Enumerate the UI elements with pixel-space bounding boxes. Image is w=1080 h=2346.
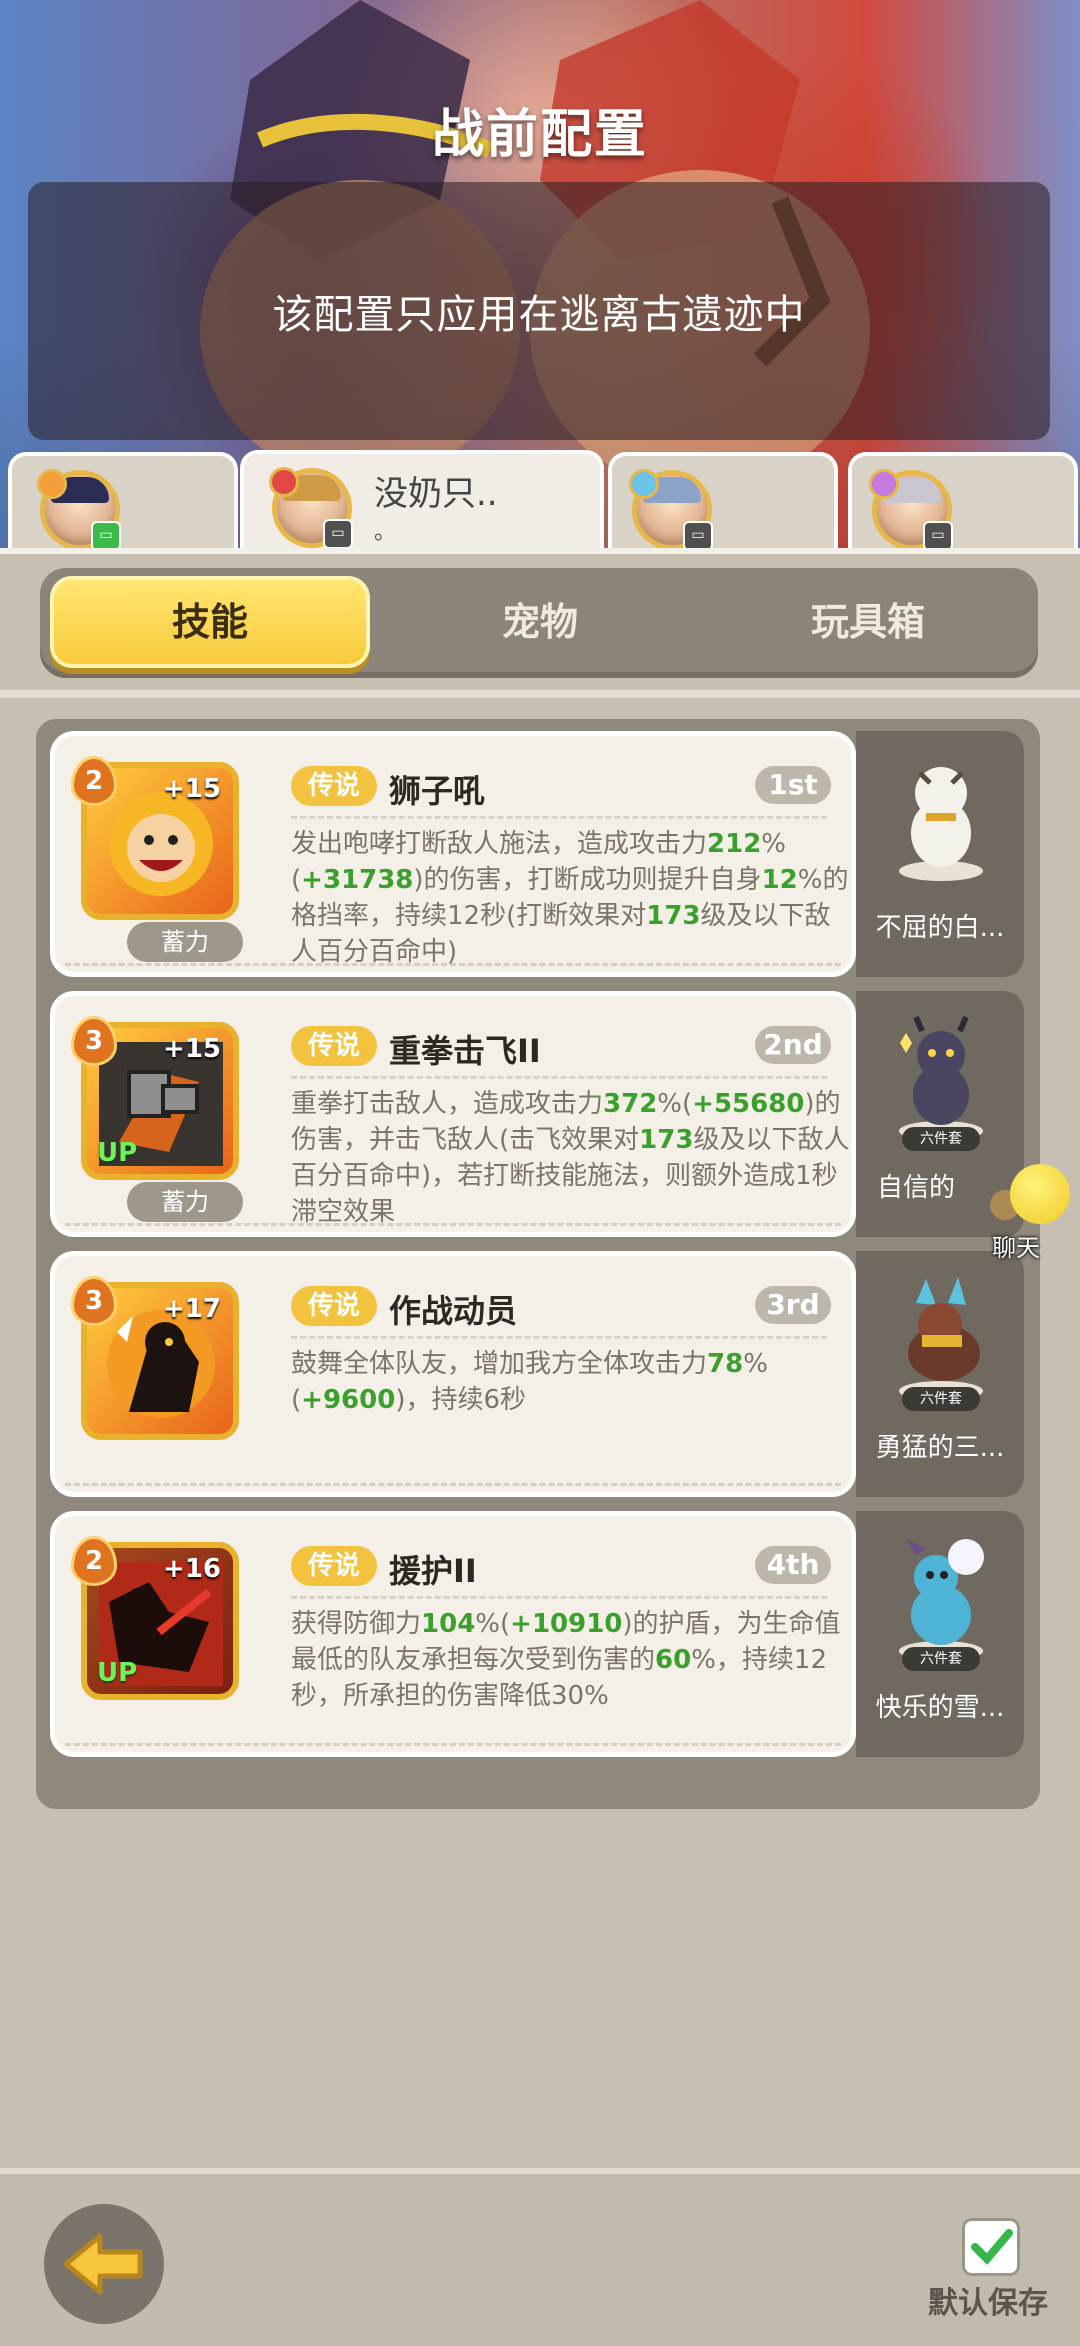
element-icon [37,469,67,499]
back-button[interactable] [44,2204,164,2324]
skill-description: 获得防御力104%(+10910)的护盾，为生命值最低的队友承担每次受到伤害的6… [291,1606,851,1714]
page-title: 战前配置 [431,105,648,165]
skill-plus: +16 [163,1554,221,1584]
rarity-badge: 传说 [291,1026,377,1066]
stat-value: 173 [639,1125,694,1155]
stat-value: +31738 [301,865,414,895]
skill-description: 发出咆哮打断敌人施法，造成攻击力212%(+31738)的伤害，打断成功则提升自… [291,826,851,970]
desc-text: %( [475,1609,511,1639]
skill-card-4[interactable]: +16 UP 2 传说 援护II 4th 获得防御力104%(+10910)的护… [50,1511,856,1757]
hero-name: 没奶只.. [374,474,498,514]
stat-value: +9600 [301,1385,396,1415]
desc-text: 鼓舞全体队友，增加我方全体攻击力 [291,1349,708,1379]
desc-text: %( [657,1089,693,1119]
skill-name: 作战动员 [389,1292,518,1330]
main-panel: 技能 宠物 玩具箱 +15 2 蓄力 传说 狮子吼 1st 发出咆哮打断敌人施法… [0,548,1080,2174]
skill-name: 重拳击飞II [389,1032,541,1070]
skill-description: 重拳打击敌人，造成攻击力372%(+55680)的伤害，并击飞敌人(击飞效果对1… [291,1086,851,1230]
stat-value: +10910 [510,1609,623,1639]
stat-value: 212 [707,829,762,859]
save-label: 默认保存 [928,2286,1048,2321]
charge-tag: 蓄力 [127,922,243,962]
hero-tab-3[interactable]: ▭ [608,452,838,556]
rarity-badge: 传说 [291,766,377,806]
desc-text: )，持续6秒 [395,1385,526,1415]
pet-slot-1[interactable]: 不屈的白... [856,731,1024,977]
pet-figure-icon [899,1015,983,1141]
rank-badge: 4th [755,1546,831,1584]
skill-name: 援护II [389,1552,477,1590]
hero-avatar: ▭ [37,469,121,551]
pet-figure-icon [899,767,983,881]
back-arrow-icon [63,2233,143,2295]
pet-name: 自信的 [876,1173,955,1203]
bottom-bar: 默认保存 [0,2168,1080,2346]
stat-value: 12 [761,865,798,895]
rank-badge: 1st [755,766,831,804]
category-tabs: 技能 宠物 玩具箱 [40,568,1038,678]
pet-name: 勇猛的三... [875,1433,1005,1463]
hero-tab-4[interactable]: ▭ [848,452,1078,556]
rank-badge: 2nd [755,1026,831,1064]
stat-value: +55680 [692,1089,805,1119]
save-checkbox[interactable] [962,2218,1020,2276]
desc-text: 重拳打击敌人，造成攻击力 [291,1089,604,1119]
status-icon: ▭ [323,519,353,549]
pet-name: 快乐的雪... [875,1693,1005,1723]
rank-badge: 3rd [755,1286,831,1324]
charge-tag: 蓄力 [127,1182,243,1222]
element-icon [629,469,659,499]
element-icon [269,467,299,497]
rarity-badge: 传说 [291,1286,377,1326]
tab-toybox[interactable]: 玩具箱 [708,576,1028,668]
stat-value: 60 [655,1645,692,1675]
pet-slot-3[interactable]: 六件套 勇猛的三... [856,1251,1024,1497]
checkmark-icon [971,2229,1013,2265]
desc-text: )的伤害，打断成功则提升自身 [413,865,762,895]
skill-plus: +15 [163,1034,221,1064]
rarity-badge: 传说 [291,1546,377,1586]
skill-card-3[interactable]: +17 3 传说 作战动员 3rd 鼓舞全体队友，增加我方全体攻击力78%(+9… [50,1251,856,1497]
pet-slot-4[interactable]: 六件套 快乐的雪... [856,1511,1024,1757]
stat-value: 104 [421,1609,476,1639]
status-icon: ▭ [91,521,121,551]
chat-label: 聊天 [992,1234,1040,1262]
pet-name: 不屈的白... [875,913,1005,943]
hero-avatar: ▭ [869,469,953,551]
upgrade-tag: UP [97,1658,138,1688]
status-icon: ▭ [923,521,953,551]
hero-subtitle: 。 [374,520,397,545]
skill-plus: +15 [163,774,221,804]
hero-avatar: ▭ [269,467,353,549]
element-icon [869,469,899,499]
hero-tab-1[interactable]: ▭ [8,452,238,556]
set-tag: 六件套 [902,1127,980,1151]
skill-card-2[interactable]: +15 UP 3 蓄力 传说 重拳击飞II 2nd 重拳打击敌人，造成攻击力37… [50,991,856,1237]
upgrade-tag: UP [97,1138,138,1168]
desc-text: 发出咆哮打断敌人施法，造成攻击力 [291,829,708,859]
stat-value: 173 [646,901,701,931]
set-tag: 六件套 [902,1387,980,1411]
pet-figure-icon [899,1539,984,1661]
stat-value: 372 [603,1089,658,1119]
chat-mascot-icon [1010,1164,1070,1224]
set-tag: 六件套 [902,1647,980,1671]
notice-box: 该配置只应用在逃离古遗迹中 [28,182,1050,440]
default-save-toggle[interactable]: 默认保存 [928,2218,1068,2328]
skill-name: 狮子吼 [389,772,486,810]
skill-description: 鼓舞全体队友，增加我方全体攻击力78%(+9600)，持续6秒 [291,1346,851,1418]
tab-skills[interactable]: 技能 [50,576,370,668]
hero-avatar: ▭ [629,469,713,551]
stat-value: 78 [707,1349,744,1379]
skill-card-1[interactable]: +15 2 蓄力 传说 狮子吼 1st 发出咆哮打断敌人施法，造成攻击力212%… [50,731,856,977]
desc-text: 获得防御力 [291,1609,422,1639]
status-icon: ▭ [683,521,713,551]
notice-text: 该配置只应用在逃离古遗迹中 [272,292,806,338]
pet-figure-icon [899,1277,983,1401]
divider [0,690,1080,698]
skill-plus: +17 [163,1294,221,1324]
chat-button[interactable]: 聊天 [986,1160,1076,1262]
tab-pets[interactable]: 宠物 [380,576,700,668]
skill-list: +15 2 蓄力 传说 狮子吼 1st 发出咆哮打断敌人施法，造成攻击力212%… [36,719,1040,1809]
